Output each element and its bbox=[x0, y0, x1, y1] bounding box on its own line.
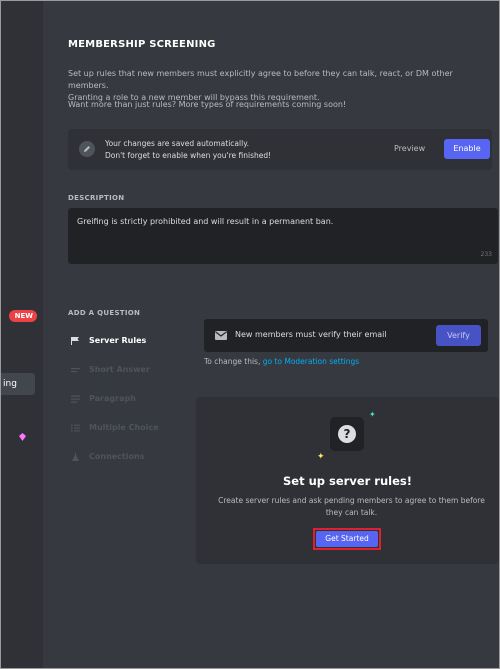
autosave-notice: Your changes are saved automatically. Do… bbox=[68, 129, 492, 170]
notice-line-2: Don't forget to enable when you're finis… bbox=[105, 151, 272, 160]
notice-line-1: Your changes are saved automatically. bbox=[105, 139, 249, 148]
question-type-label: Connections bbox=[89, 452, 145, 461]
sidebar-item-membership-screening[interactable]: ing bbox=[1, 373, 35, 395]
mail-icon bbox=[215, 331, 227, 340]
server-rules-setup-panel: ✦ ? ✦ Set up server rules! Create server… bbox=[196, 397, 499, 564]
moderation-settings-link[interactable]: go to Moderation settings bbox=[263, 357, 359, 366]
notice-text: Your changes are saved automatically. Do… bbox=[105, 138, 271, 162]
sparkle-icon: ✦ bbox=[317, 452, 325, 462]
add-question-label: ADD A QUESTION bbox=[68, 309, 141, 317]
description-label: DESCRIPTION bbox=[68, 194, 125, 202]
question-type-label: Short Answer bbox=[89, 365, 150, 374]
moderation-settings-hint: To change this, go to Moderation setting… bbox=[204, 357, 359, 366]
short-answer-icon bbox=[71, 368, 80, 373]
enable-button[interactable]: Enable bbox=[444, 139, 490, 159]
sparkle-icon: ✦ bbox=[369, 410, 376, 419]
intro-line-1: Set up rules that new members must expli… bbox=[68, 69, 453, 90]
pencil-icon bbox=[79, 141, 95, 157]
email-verification-requirement: New members must verify their email Veri… bbox=[204, 319, 488, 352]
paragraph-icon bbox=[71, 395, 80, 403]
more-requirements-text: Want more than just rules? More types of… bbox=[68, 100, 347, 109]
description-value: Greifing is strictly prohibited and will… bbox=[77, 217, 334, 226]
new-badge: NEW bbox=[9, 310, 37, 322]
hint-prefix: To change this, bbox=[204, 357, 263, 366]
rules-setup-title: Set up server rules! bbox=[283, 474, 412, 488]
question-type-label: Multiple Choice bbox=[89, 423, 159, 432]
character-count: 233 bbox=[480, 251, 492, 258]
question-type-label: Server Rules bbox=[89, 336, 147, 345]
rules-setup-description: Create server rules and ask pending memb… bbox=[218, 496, 485, 517]
question-type-label: Paragraph bbox=[89, 394, 136, 403]
verify-button: Verify bbox=[436, 325, 481, 346]
get-started-button[interactable]: Get Started bbox=[313, 528, 381, 550]
intro-text: Set up rules that new members must expli… bbox=[68, 68, 488, 104]
connections-icon bbox=[72, 453, 79, 461]
boost-gem-icon bbox=[19, 433, 26, 441]
list-icon bbox=[71, 424, 80, 432]
settings-sidebar: NEW ing bbox=[1, 1, 43, 668]
question-icon: ? bbox=[330, 417, 364, 451]
page-title: MEMBERSHIP SCREENING bbox=[68, 39, 216, 50]
main-content: MEMBERSHIP SCREENING Set up rules that n… bbox=[43, 1, 499, 668]
verify-requirement-text: New members must verify their email bbox=[235, 330, 387, 339]
description-input[interactable]: Greifing is strictly prohibited and will… bbox=[68, 208, 498, 264]
get-started-label: Get Started bbox=[316, 531, 378, 547]
preview-button[interactable]: Preview bbox=[394, 144, 425, 153]
flag-icon bbox=[71, 337, 79, 345]
